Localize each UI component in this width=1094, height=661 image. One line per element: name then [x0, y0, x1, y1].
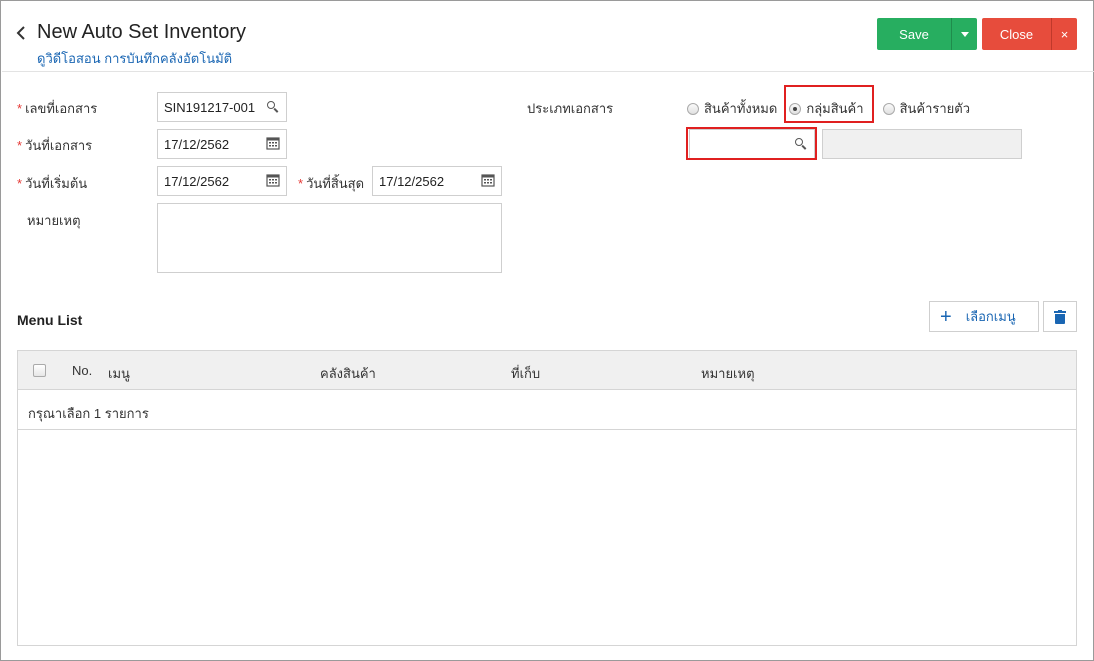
delete-button[interactable]	[1043, 301, 1077, 332]
doc-date-label: * วันที่เอกสาร	[17, 138, 93, 153]
doc-type-radio-group: สินค้าทั้งหมด กลุ่มสินค้า สินค้ารายตัว	[687, 98, 970, 119]
end-date-field[interactable]: 17/12/2562	[372, 166, 502, 196]
page-title: New Auto Set Inventory	[37, 21, 247, 43]
start-date-label: * วันที่เริ่มต้น	[17, 176, 88, 191]
doc-no-label: * เลขที่เอกสาร	[17, 101, 98, 116]
remark-label: หมายเหตุ	[27, 213, 81, 228]
doc-no-field[interactable]: SIN191217-001	[157, 92, 287, 122]
select-all-checkbox[interactable]	[33, 364, 46, 377]
table-row: กรุณาเลือก 1 รายการ	[18, 390, 1076, 430]
column-warehouse: คลังสินค้า	[320, 366, 376, 381]
table-header: No. เมนู คลังสินค้า ที่เก็บ หมายเหตุ	[18, 351, 1076, 390]
product-group-name-field	[822, 129, 1022, 159]
search-icon[interactable]	[794, 137, 808, 151]
radio-button[interactable]	[882, 102, 895, 115]
doc-date-field[interactable]: 17/12/2562	[157, 129, 287, 159]
calendar-icon[interactable]	[481, 173, 495, 190]
radio-product-group[interactable]: กลุ่มสินค้า	[789, 98, 864, 119]
radio-all-products[interactable]: สินค้าทั้งหมด	[687, 98, 777, 119]
column-location: ที่เก็บ	[511, 366, 541, 381]
doc-type-label: ประเภทเอกสาร	[527, 101, 614, 116]
doc-no-value: SIN191217-001	[164, 99, 256, 115]
start-date-field[interactable]: 17/12/2562	[157, 166, 287, 196]
remark-textarea[interactable]	[157, 203, 502, 273]
doc-date-value: 17/12/2562	[164, 136, 230, 152]
tutorial-link[interactable]: ดูวิดีโอสอน การบันทึกคลังอัตโนมัติ	[37, 48, 232, 69]
menu-table: No. เมนู คลังสินค้า ที่เก็บ หมายเหตุ กรุ…	[17, 350, 1077, 646]
trash-icon	[1054, 309, 1066, 324]
select-menu-label: เลือกเมนู	[965, 309, 1016, 324]
column-menu: เมนู	[108, 366, 130, 381]
save-button[interactable]: Save	[877, 18, 951, 50]
close-icon[interactable]: ×	[1051, 18, 1077, 50]
radio-label: สินค้าทั้งหมด	[704, 101, 778, 116]
calendar-icon[interactable]	[266, 136, 280, 153]
plus-icon: +	[940, 305, 952, 328]
column-no: No.	[72, 363, 93, 378]
search-icon[interactable]	[266, 100, 280, 114]
radio-label: กลุ่มสินค้า	[806, 101, 864, 116]
save-options-button[interactable]	[951, 18, 977, 50]
window: New Auto Set Inventory ดูวิดีโอสอน การบั…	[0, 0, 1094, 661]
menu-list-title: Menu List	[17, 312, 83, 328]
start-date-value: 17/12/2562	[164, 173, 230, 189]
radio-label: สินค้ารายตัว	[899, 101, 971, 116]
column-remark: หมายเหตุ	[701, 366, 755, 381]
product-group-search-field[interactable]	[689, 129, 815, 159]
caret-down-icon	[960, 31, 969, 37]
empty-message: กรุณาเลือก 1 รายการ	[28, 406, 149, 421]
end-date-value: 17/12/2562	[379, 173, 445, 189]
select-menu-button[interactable]: + เลือกเมนู	[929, 301, 1039, 332]
calendar-icon[interactable]	[266, 173, 280, 190]
radio-button-checked[interactable]	[789, 102, 802, 115]
radio-individual-product[interactable]: สินค้ารายตัว	[882, 98, 971, 119]
header-divider	[2, 71, 1094, 72]
end-date-label: * วันที่สิ้นสุด	[298, 176, 365, 191]
back-chevron-icon[interactable]	[14, 23, 28, 43]
close-button[interactable]: Close	[982, 18, 1051, 50]
radio-button[interactable]	[687, 102, 699, 115]
